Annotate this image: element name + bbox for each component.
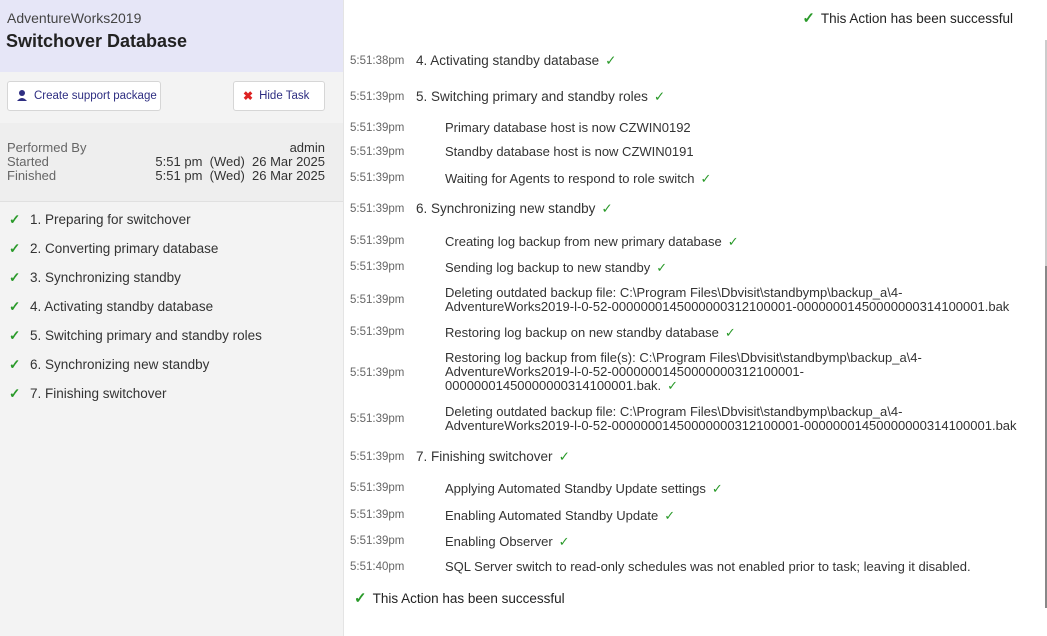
page-title: Switchover Database: [6, 31, 188, 51]
started-row: Started 5:51 pm (Wed) 26 Mar 2025: [7, 154, 325, 169]
step-item: ✓ 6. Synchronizing new standby: [9, 351, 209, 379]
check-icon: ✓: [724, 325, 736, 340]
step-item: ✓ 7. Finishing switchover: [9, 380, 167, 408]
check-icon: ✓: [605, 53, 617, 68]
hide-task-label: Hide Task: [259, 90, 310, 102]
check-icon: ✓: [9, 357, 21, 372]
started-value: 5:51 pm (Wed) 26 Mar 2025: [155, 154, 325, 169]
check-icon: ✓: [664, 508, 676, 523]
checkmark-icon: ✓: [802, 10, 815, 27]
task-sidebar: AdventureWorks2019 Switchover Database C…: [0, 0, 344, 636]
create-support-package-label: Create support package: [34, 90, 157, 102]
performed-by-row: Performed By admin: [7, 140, 325, 155]
task-log-panel[interactable]: ✓ This Action has been successful 5:51:38…: [344, 0, 1047, 636]
check-icon: ✓: [711, 481, 723, 496]
check-icon: ✓: [9, 212, 21, 227]
started-label: Started: [7, 154, 49, 169]
check-icon: ✓: [601, 201, 613, 216]
task-info: Performed By admin Started 5:51 pm (Wed)…: [0, 123, 343, 202]
check-icon: ✓: [667, 378, 679, 393]
database-name: AdventureWorks2019: [7, 10, 142, 26]
check-icon: ✓: [727, 234, 739, 249]
check-icon: ✓: [9, 328, 21, 343]
finished-label: Finished: [7, 168, 57, 183]
performed-by-label: Performed By: [7, 140, 87, 155]
create-support-package-button[interactable]: Create support package: [7, 81, 161, 111]
hide-task-button[interactable]: ✖ Hide Task: [233, 81, 325, 111]
check-icon: ✓: [700, 171, 712, 186]
success-message: This Action has been successful: [372, 591, 565, 606]
check-icon: ✓: [9, 299, 21, 314]
check-icon: ✓: [9, 386, 21, 401]
step-item: ✓ 3. Synchronizing standby: [9, 264, 181, 292]
checkmark-icon: ✓: [354, 590, 367, 607]
step-item: ✓ 1. Preparing for switchover: [9, 206, 191, 234]
finished-row: Finished 5:51 pm (Wed) 26 Mar 2025: [7, 168, 325, 183]
success-message: This Action has been successful: [820, 11, 1013, 26]
performed-by-value: admin: [289, 140, 325, 155]
step-item: ✓ 5. Switching primary and standby roles: [9, 322, 262, 350]
check-icon: ✓: [9, 270, 21, 285]
check-icon: ✓: [656, 260, 668, 275]
check-icon: ✓: [9, 241, 21, 256]
success-banner-bottom: ✓ This Action has been successful: [354, 589, 565, 607]
check-icon: ✓: [558, 449, 570, 464]
close-icon: ✖: [243, 89, 254, 103]
sidebar-header: AdventureWorks2019 Switchover Database: [0, 0, 343, 72]
check-icon: ✓: [558, 534, 570, 549]
step-item: ✓ 4. Activating standby database: [9, 293, 213, 321]
support-agent-icon: [16, 89, 28, 104]
step-item: ✓ 2. Converting primary database: [9, 235, 218, 263]
check-icon: ✓: [653, 89, 666, 104]
success-banner-top: ✓ This Action has been successful: [802, 9, 1013, 27]
finished-value: 5:51 pm (Wed) 26 Mar 2025: [155, 168, 325, 183]
